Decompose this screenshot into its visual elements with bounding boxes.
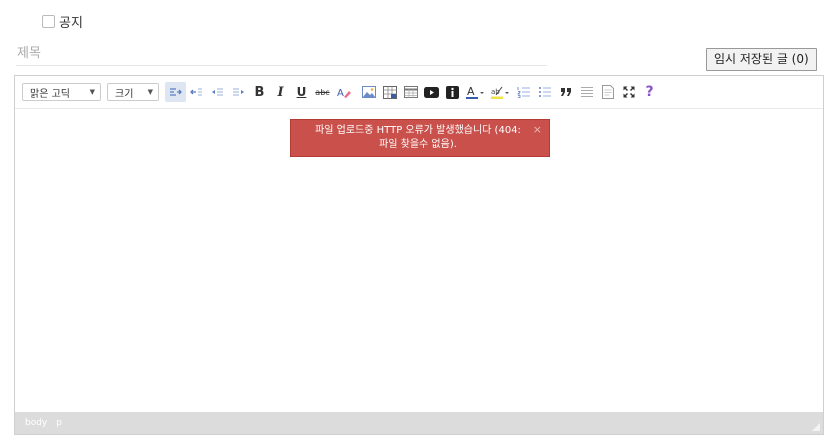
youtube-icon [424,86,439,98]
editor-toolbar: 맑은 고딕 ▼ 크기 ▼ B I U abc A A ab ? [15,76,823,109]
notice-checkbox[interactable] [42,15,55,28]
notice-label: 공지 [59,16,83,31]
font-family-value: 맑은 고딕 [30,88,70,100]
info-button[interactable] [442,82,463,102]
outdent-button[interactable] [207,82,228,102]
blockquote-button[interactable] [555,82,576,102]
ordered-list-button[interactable] [513,82,534,102]
svg-text:A: A [467,86,475,98]
indent-button[interactable] [228,82,249,102]
font-size-dropdown[interactable]: 크기 ▼ [107,83,159,101]
strikethrough-button[interactable]: abc [312,82,333,102]
text-direction-ltr-icon [170,87,182,96]
error-message: 파일 업로드중 HTTP 오류가 발생했습니다 (404: 파일 찾을수 없음)… [315,125,521,150]
font-size-value: 크기 [115,88,134,100]
close-icon[interactable]: × [533,123,542,137]
chevron-down-icon: ▼ [89,88,95,96]
justify-button[interactable] [576,82,597,102]
film-grid-icon [382,85,397,99]
resize-handle-icon[interactable] [812,423,820,431]
italic-button[interactable]: I [270,82,291,102]
upload-error-toast: 파일 업로드중 HTTP 오류가 발생했습니다 (404: 파일 찾을수 없음)… [290,119,550,157]
insert-image-button[interactable] [358,82,379,102]
fullscreen-button[interactable] [618,82,639,102]
highlight-color-button[interactable]: ab [488,82,513,102]
font-color-icon: A [466,86,484,99]
insert-youtube-button[interactable] [421,82,442,102]
table-icon [403,86,418,98]
outdent-icon [212,87,223,96]
text-direction-rtl-icon [190,87,202,96]
document-icon [601,85,614,99]
highlighter-icon: ab [491,86,509,99]
info-icon [446,85,459,99]
path-element-p[interactable]: p [56,418,62,428]
ltr-direction-button[interactable] [165,82,186,102]
template-button[interactable] [597,82,618,102]
path-element-body[interactable]: body [25,418,47,428]
svg-text:A: A [337,88,344,99]
underline-button[interactable]: U [291,82,312,102]
fullscreen-icon [623,86,634,98]
font-color-button[interactable]: A [463,82,488,102]
editor-statusbar: body p [15,412,823,434]
title-input[interactable] [16,41,547,66]
indent-icon [233,87,244,96]
help-button[interactable]: ? [639,82,660,102]
notice-row: 공지 [42,12,83,31]
clear-format-button[interactable]: A [333,82,354,102]
align-justify-icon [580,87,593,97]
bold-button[interactable]: B [249,82,270,102]
insert-table-button[interactable] [400,82,421,102]
temp-saved-posts-button[interactable]: 임시 저장된 글 (0) [706,48,817,71]
ordered-list-icon [517,87,530,98]
eraser-icon: A [337,88,351,99]
quote-icon [560,88,571,96]
rtl-direction-button[interactable] [186,82,207,102]
chevron-down-icon: ▼ [147,88,153,96]
insert-video-button[interactable] [379,82,400,102]
unordered-list-button[interactable] [534,82,555,102]
bullet-list-icon [539,87,551,97]
image-icon [361,86,376,98]
svg-text:ab: ab [491,88,500,96]
font-family-dropdown[interactable]: 맑은 고딕 ▼ [22,83,101,101]
